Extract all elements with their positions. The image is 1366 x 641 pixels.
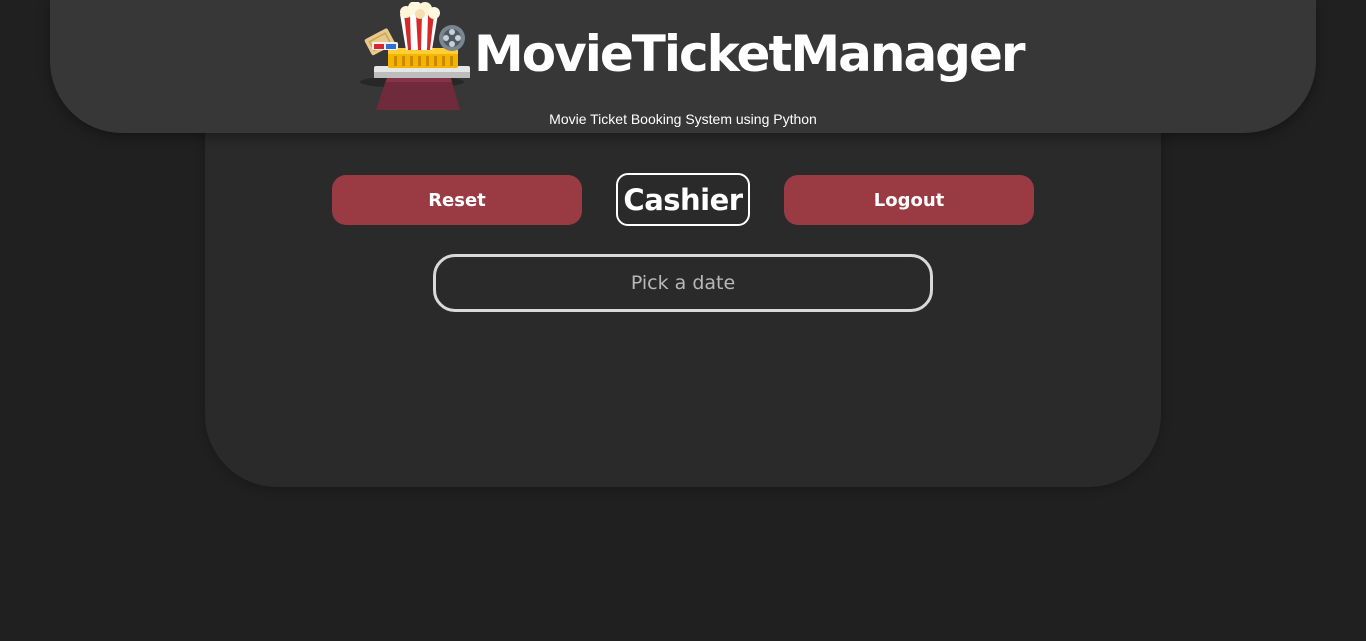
app-subtitle: Movie Ticket Booking System using Python [549,111,817,127]
logout-button[interactable]: Logout [784,175,1034,225]
cinema-logo-icon [360,2,470,110]
app-title: MovieTicketManager [474,25,1026,83]
app-window: MovieTicketManager Movie Ticket Booking … [0,0,1366,641]
reset-button[interactable]: Reset [332,175,582,225]
date-picker-input[interactable] [433,254,933,312]
role-badge: Cashier [616,173,750,226]
